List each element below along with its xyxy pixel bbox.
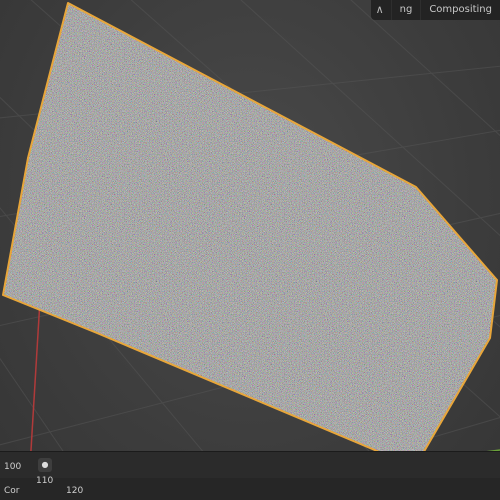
timeline: ● ⏮ ◆ ◀ ▶ 100 110 120 Cor: [0, 451, 500, 500]
workspace-tabs: ∧ ng Compositing: [370, 0, 500, 20]
tab-compositing[interactable]: Compositing: [420, 0, 500, 20]
3d-viewport[interactable]: [0, 0, 500, 500]
timeline-left-label: Cor: [4, 486, 20, 496]
frame-label-100: 100: [4, 462, 22, 472]
frame-label-110: 110: [36, 476, 54, 486]
tab-shading[interactable]: ng: [390, 0, 421, 20]
frame-label-120: 120: [66, 486, 84, 496]
viewport-scene: [0, 0, 500, 500]
record-button[interactable]: ●: [38, 458, 52, 472]
frame-ruler[interactable]: 100 110 120 Cor: [0, 462, 500, 500]
graph-icon[interactable]: ∧: [373, 3, 387, 17]
